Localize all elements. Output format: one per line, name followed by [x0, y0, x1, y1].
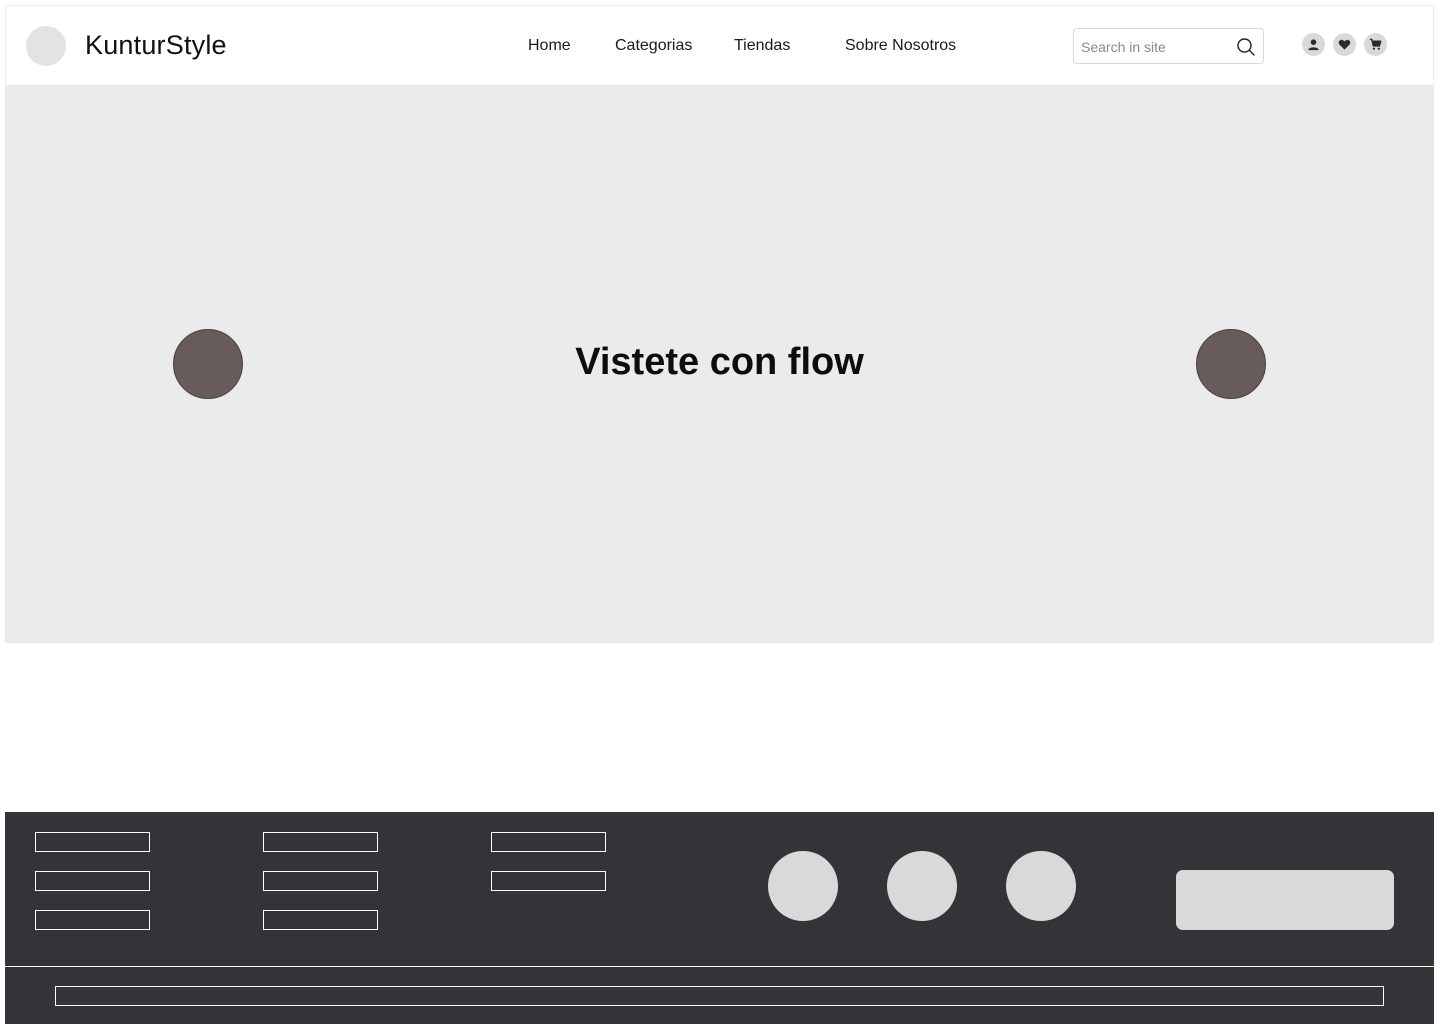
site-footer	[5, 812, 1434, 967]
footer-link[interactable]	[35, 910, 150, 930]
user-icon[interactable]	[1302, 33, 1325, 56]
logo[interactable]	[26, 26, 66, 66]
sub-footer	[5, 967, 1434, 1024]
social-icon[interactable]	[887, 851, 957, 921]
carousel-next-button[interactable]	[1196, 329, 1266, 399]
search-icon[interactable]	[1236, 37, 1256, 57]
social-icon[interactable]	[768, 851, 838, 921]
nav-categorias[interactable]: Categorias	[615, 37, 692, 55]
search-box	[1073, 28, 1264, 64]
site-header: KunturStyle Home Categorias Tiendas Sobr…	[5, 5, 1434, 85]
nav-sobre-nosotros[interactable]: Sobre Nosotros	[845, 37, 956, 55]
search-input[interactable]	[1081, 37, 1231, 57]
cart-icon[interactable]	[1364, 33, 1387, 56]
social-icon[interactable]	[1006, 851, 1076, 921]
footer-link[interactable]	[35, 871, 150, 891]
footer-action-button[interactable]	[1176, 870, 1394, 930]
hero-banner: Vistete con flow	[5, 85, 1434, 643]
nav-home[interactable]: Home	[528, 37, 571, 55]
footer-link[interactable]	[263, 832, 378, 852]
heart-icon[interactable]	[1333, 33, 1356, 56]
footer-link[interactable]	[35, 832, 150, 852]
page-frame: KunturStyle Home Categorias Tiendas Sobr…	[5, 5, 1434, 1024]
nav-tiendas[interactable]: Tiendas	[734, 37, 790, 55]
copyright-bar	[55, 986, 1384, 1006]
footer-link[interactable]	[491, 832, 606, 852]
brand-name[interactable]: KunturStyle	[85, 30, 227, 61]
footer-link[interactable]	[263, 910, 378, 930]
footer-link[interactable]	[263, 871, 378, 891]
footer-link[interactable]	[491, 871, 606, 891]
